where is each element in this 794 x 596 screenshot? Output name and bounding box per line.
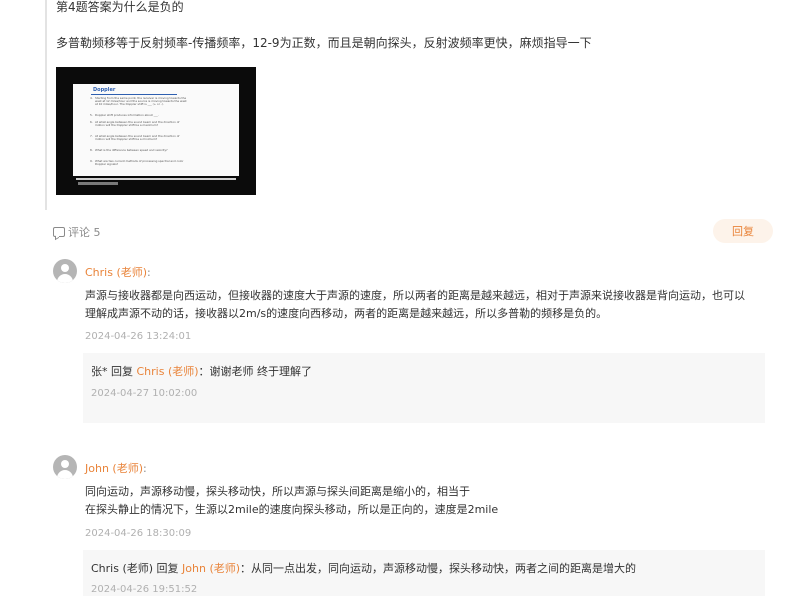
slide-title: Doppler	[93, 87, 116, 93]
slide-item: 6. At what angle between the sound beam a…	[90, 120, 180, 128]
slide-item: 8. What is the difference between speed a…	[90, 148, 168, 152]
video-controls[interactable]	[78, 182, 118, 185]
slide-item: 9. What are two current methods of proces…	[90, 159, 184, 167]
reply-to[interactable]: John (老师)	[182, 562, 240, 575]
comment-author[interactable]: Chris (老师):	[85, 264, 151, 280]
video-progress-bar[interactable]	[76, 178, 236, 180]
comment-count[interactable]: 评论 5	[53, 224, 101, 240]
slide-item: 7. At what angle between the sound beam a…	[90, 134, 180, 142]
reply-from[interactable]: 张*	[91, 365, 108, 378]
reply-from[interactable]: Chris (老师)	[91, 562, 153, 575]
reply-button[interactable]: 回复	[713, 219, 773, 243]
comment-body: 同向运动，声源移动慢，探头移动快，所以声源与探头间距离是缩小的，相当于 在探头静…	[85, 485, 499, 516]
slide-title-rule	[91, 94, 177, 95]
reply-to[interactable]: Chris (老师)	[137, 365, 199, 378]
post-text: 多普勒频移等于反射频率-传播频率，12-9为正数，而且是朝向探头，反射波频率更快…	[56, 36, 592, 50]
comment-icon	[53, 227, 65, 237]
comment-author[interactable]: John (老师):	[85, 460, 147, 476]
comment-time: 2024-04-26 13:24:01	[85, 331, 192, 342]
avatar	[53, 455, 77, 479]
comment-body: 声源与接收器都是向西运动，但接收器的速度大于声源的速度，所以两者的距离是越来越远…	[85, 289, 745, 320]
comment-time: 2024-04-26 18:30:09	[85, 528, 192, 539]
reply-text: Chris (老师) 回复 John (老师)：从同一点出发，同向运动，声源移动…	[91, 562, 637, 575]
avatar	[53, 259, 77, 283]
reply-time: 2024-04-26 19:51:52	[91, 584, 198, 595]
reply-text: 张* 回复 Chris (老师)：谢谢老师 终于理解了	[91, 365, 313, 378]
reply-thread: Chris (老师) 回复 John (老师)：从同一点出发，同向运动，声源移动…	[83, 550, 765, 596]
comment-count-label: 评论 5	[68, 226, 101, 239]
slide-item: 4. Starting from the same point, the rece…	[90, 96, 187, 107]
reply-thread: 张* 回复 Chris (老师)：谢谢老师 终于理解了 2024-04-27 1…	[83, 353, 765, 423]
post-quote-bar	[45, 0, 47, 210]
slide-item: 5. Doppler shift produces information abo…	[90, 113, 159, 117]
post-title: 第4题答案为什么是负的	[56, 0, 184, 14]
slide-preview: Doppler 4. Starting from the same point, …	[73, 84, 239, 176]
reply-time: 2024-04-27 10:02:00	[91, 388, 198, 399]
post-image-thumbnail[interactable]: Doppler 4. Starting from the same point, …	[56, 67, 256, 195]
